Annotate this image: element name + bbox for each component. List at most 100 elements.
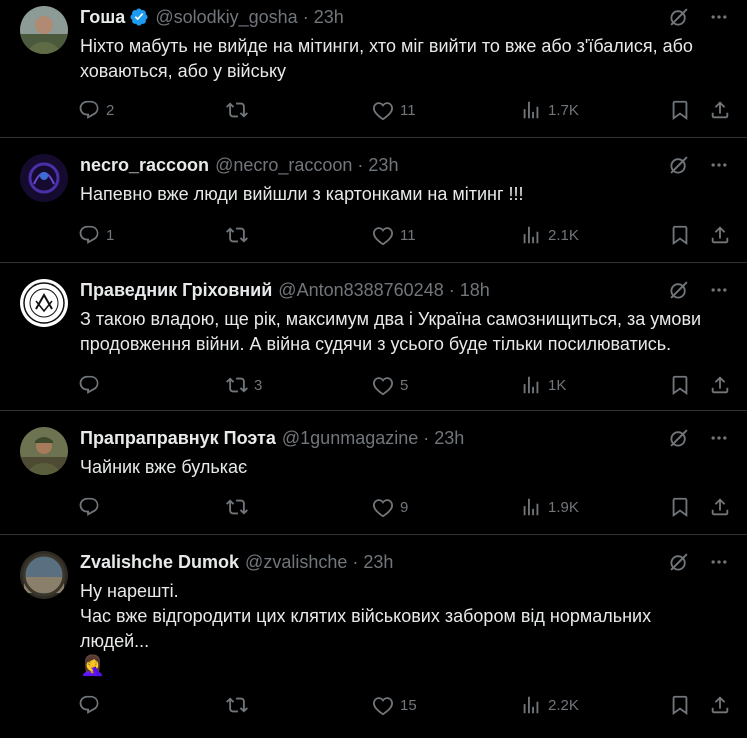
bookmark-button[interactable] <box>669 98 691 122</box>
tweet-text-line: Ну нарешті. <box>80 581 179 601</box>
bookmark-button[interactable] <box>669 693 691 717</box>
like-button[interactable]: 15 <box>372 693 417 717</box>
tweet-header: Гоша @solodkiy_gosha · 23h <box>80 0 731 34</box>
separator-dot: · <box>302 6 309 27</box>
reply-button[interactable] <box>78 373 106 397</box>
tweet-header: Праведник Гріховний @Anton8388760248 · 1… <box>80 273 731 307</box>
tweet-header: Zvalishche Dumok @zvalishche · 23h <box>80 545 731 579</box>
tweet-text-line: людей... <box>80 631 150 651</box>
display-name[interactable]: necro_raccoon <box>80 155 209 176</box>
reply-button[interactable]: 2 <box>78 98 114 122</box>
like-button[interactable]: 9 <box>372 495 408 519</box>
tweet-actions: 9 1.9K <box>78 495 731 519</box>
grok-icon[interactable] <box>667 153 691 177</box>
tweet-header: necro_raccoon @necro_raccoon · 23h <box>80 148 731 182</box>
more-icon[interactable] <box>707 278 731 302</box>
tweet-text-line: Напевно вже люди вийшли з картонками на … <box>80 184 524 204</box>
retweet-button[interactable] <box>226 693 254 717</box>
separator-dot: · <box>448 279 455 300</box>
user-handle[interactable]: @Anton8388760248 <box>278 280 443 301</box>
timestamp[interactable]: 23h <box>363 552 393 573</box>
like-count: 15 <box>400 696 417 714</box>
user-handle[interactable]: @necro_raccoon <box>215 155 352 176</box>
views-button[interactable]: 1.9K <box>520 495 579 519</box>
reply-button[interactable]: 1 <box>78 223 114 247</box>
views-button[interactable]: 2.2K <box>520 693 579 717</box>
more-icon[interactable] <box>707 153 731 177</box>
timestamp[interactable]: 23h <box>314 7 344 28</box>
timestamp[interactable]: 23h <box>434 428 464 449</box>
view-count: 1.9K <box>548 498 579 516</box>
share-button[interactable] <box>709 495 731 519</box>
like-button[interactable]: 11 <box>372 223 416 247</box>
like-button[interactable]: 5 <box>372 373 408 397</box>
user-handle[interactable]: @solodkiy_gosha <box>155 7 297 28</box>
display-name[interactable]: Zvalishche Dumok <box>80 552 239 573</box>
like-count: 11 <box>400 101 416 119</box>
retweet-button[interactable] <box>226 98 254 122</box>
tweet-text-line: Ніхто мабуть не вийде на мітинги, хто мі… <box>80 36 693 56</box>
grok-icon[interactable] <box>667 550 691 574</box>
display-name[interactable]: Прапраправнук Поэта <box>80 428 276 449</box>
tweet-text-line: ховаються, або у війську <box>80 61 287 81</box>
reply-button[interactable] <box>78 495 106 519</box>
more-icon[interactable] <box>707 5 731 29</box>
tweet[interactable]: Гоша @solodkiy_gosha · 23h Ніхто мабуть … <box>0 0 747 138</box>
avatar[interactable] <box>20 154 68 202</box>
share-button[interactable] <box>709 98 731 122</box>
retweet-button[interactable] <box>226 223 254 247</box>
share-button[interactable] <box>709 693 731 717</box>
retweet-count: 3 <box>254 376 263 394</box>
like-count: 9 <box>400 498 409 516</box>
grok-icon[interactable] <box>667 426 691 450</box>
tweet[interactable]: Zvalishche Dumok @zvalishche · 23h Ну на… <box>0 535 747 738</box>
share-button[interactable] <box>709 373 731 397</box>
bookmark-button[interactable] <box>669 495 691 519</box>
tweet[interactable]: Праведник Гріховний @Anton8388760248 · 1… <box>0 263 747 411</box>
views-button[interactable]: 2.1K <box>520 223 579 247</box>
views-button[interactable]: 1K <box>520 373 566 397</box>
tweet[interactable]: necro_raccoon @necro_raccoon · 23h Напев… <box>0 138 747 263</box>
separator-dot: · <box>357 154 364 175</box>
tweet-text: З такою владою, ще рік, максимум два і У… <box>80 307 731 357</box>
reply-count: 2 <box>106 101 115 119</box>
avatar[interactable] <box>20 279 68 327</box>
avatar[interactable] <box>20 6 68 54</box>
retweet-button[interactable] <box>226 495 254 519</box>
view-count: 2.2K <box>548 696 579 714</box>
timestamp[interactable]: 18h <box>460 280 490 301</box>
display-name[interactable]: Гоша <box>80 7 125 28</box>
timestamp[interactable]: 23h <box>368 155 398 176</box>
like-button[interactable]: 11 <box>372 98 416 122</box>
tweet-text: Напевно вже люди вийшли з картонками на … <box>80 182 731 207</box>
facepalm-emoji: 🤦‍♀️ <box>80 655 105 677</box>
grok-icon[interactable] <box>667 5 691 29</box>
share-button[interactable] <box>709 223 731 247</box>
avatar[interactable] <box>20 551 68 599</box>
bookmark-button[interactable] <box>669 373 691 397</box>
tweet-actions: 1 11 2.1K <box>78 223 731 247</box>
views-button[interactable]: 1.7K <box>520 98 579 122</box>
more-icon[interactable] <box>707 426 731 450</box>
user-handle[interactable]: @zvalishche <box>245 552 347 573</box>
tweet-actions: 2 11 1.7K <box>78 98 731 122</box>
retweet-button[interactable]: 3 <box>226 373 262 397</box>
verified-badge-icon <box>129 7 149 27</box>
tweet-actions: 3 5 1K <box>78 373 731 397</box>
avatar[interactable] <box>20 427 68 475</box>
user-handle[interactable]: @1gunmagazine <box>282 428 418 449</box>
bookmark-button[interactable] <box>669 223 691 247</box>
tweet-text-line: З такою владою, ще рік, максимум два і У… <box>80 309 702 329</box>
tweet-actions: 15 2.2K <box>78 693 731 717</box>
grok-icon[interactable] <box>667 278 691 302</box>
view-count: 2.1K <box>548 226 579 244</box>
tweet-header: Прапраправнук Поэта @1gunmagazine · 23h <box>80 421 731 455</box>
tweet-text: Ніхто мабуть не вийде на мітинги, хто мі… <box>80 34 731 84</box>
reply-button[interactable] <box>78 693 106 717</box>
display-name[interactable]: Праведник Гріховний <box>80 280 272 301</box>
more-icon[interactable] <box>707 550 731 574</box>
tweet-text-line: Час вже відгородити цих клятих військови… <box>80 606 652 626</box>
view-count: 1.7K <box>548 101 579 119</box>
tweet[interactable]: Прапраправнук Поэта @1gunmagazine · 23h … <box>0 411 747 535</box>
tweet-text: Чайник вже булькає <box>80 455 731 480</box>
